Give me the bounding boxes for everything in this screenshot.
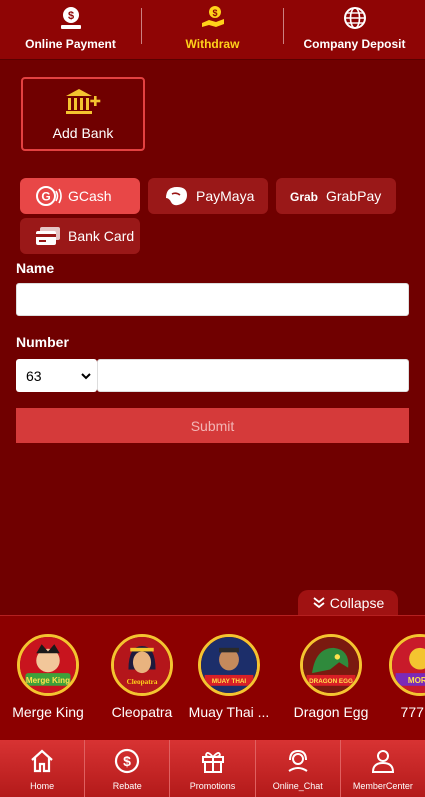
bottom-nav: Home $ Rebate Promotions Online_Chat Mem…: [0, 740, 425, 797]
nav-promotions[interactable]: Promotions: [170, 740, 256, 797]
user-icon: [371, 750, 394, 773]
nav-label: Promotions: [189, 781, 236, 791]
svg-text:Merge King: Merge King: [26, 676, 70, 685]
tab-online-payment[interactable]: $ Online Payment: [0, 0, 141, 59]
tab-withdraw[interactable]: $ Withdraw: [142, 0, 283, 59]
nav-label: Home: [30, 781, 55, 791]
games-strip: Merge King Merge King Cleopatra Cleopatr…: [0, 615, 425, 740]
headset-icon: [288, 749, 308, 772]
game-name: 777 M: [400, 704, 425, 720]
cleopatra-art: Cleopatra: [114, 637, 170, 693]
method-label: Bank Card: [68, 228, 135, 244]
method-gcash[interactable]: G GCash: [20, 178, 140, 214]
nav-label: Rebate: [112, 781, 142, 791]
submit-button[interactable]: Submit: [16, 408, 409, 443]
number-label: Number: [16, 334, 69, 350]
svg-text:MORE: MORE: [408, 676, 425, 685]
dollar-icon: $: [115, 748, 140, 774]
number-input[interactable]: [97, 359, 409, 392]
home-icon: [31, 749, 53, 773]
method-label: PayMaya: [196, 188, 255, 204]
gift-icon: [201, 752, 224, 773]
svg-text:Grab: Grab: [290, 190, 318, 204]
method-grabpay[interactable]: Grab GrabPay: [276, 178, 396, 214]
add-bank-label: Add Bank: [52, 125, 114, 141]
dragon-egg-art: DRAGON EGG: [303, 637, 359, 693]
bank-plus-icon: [66, 89, 101, 114]
withdraw-icon: $: [201, 6, 224, 27]
name-label: Name: [16, 260, 55, 276]
svg-text:Cleopatra: Cleopatra: [127, 678, 158, 686]
game-thumbnail: Merge King: [17, 634, 79, 696]
method-label: GrabPay: [326, 188, 382, 204]
nav-member-center[interactable]: MemberCenter: [341, 740, 425, 797]
777-art: MORE: [392, 637, 425, 693]
game-name: Cleopatra: [111, 704, 173, 720]
tab-label: Online Payment: [25, 37, 116, 51]
name-input[interactable]: [16, 283, 409, 316]
tab-label: Company Deposit: [303, 37, 406, 51]
add-bank-button[interactable]: Add Bank: [21, 77, 145, 151]
online-payment-icon: $: [60, 7, 81, 29]
game-dragon-egg[interactable]: DRAGON EGG Dragon Egg: [286, 634, 376, 720]
svg-text:$: $: [212, 8, 217, 18]
gcash-icon: G: [36, 186, 62, 206]
nav-home[interactable]: Home: [0, 740, 86, 797]
svg-text:$: $: [67, 10, 73, 22]
game-cleopatra[interactable]: Cleopatra Cleopatra: [97, 634, 187, 720]
game-thumbnail: Cleopatra: [111, 634, 173, 696]
collapse-label: Collapse: [329, 595, 385, 611]
chevron-down-icon: [81, 372, 91, 379]
method-bank-card[interactable]: Bank Card: [20, 218, 140, 254]
method-label: GCash: [68, 188, 112, 204]
country-code-select[interactable]: 63: [16, 359, 97, 392]
double-chevron-down-icon: [313, 597, 325, 609]
game-name: Muay Thai ...: [188, 704, 270, 720]
country-code-value: 63: [26, 367, 42, 384]
tab-label: Withdraw: [185, 37, 240, 51]
merge-king-art: Merge King: [20, 637, 76, 693]
svg-text:$: $: [123, 753, 131, 769]
tab-company-deposit[interactable]: Company Deposit: [284, 0, 425, 59]
collapse-button[interactable]: Collapse: [298, 590, 398, 616]
bank-card-icon: [36, 227, 60, 245]
svg-text:DRAGON EGG: DRAGON EGG: [309, 678, 353, 685]
paymaya-icon: [166, 187, 187, 206]
globe-icon: [343, 7, 366, 29]
game-thumbnail: MUAY THAI: [198, 634, 260, 696]
nav-rebate[interactable]: $ Rebate: [85, 740, 171, 797]
game-muay-thai[interactable]: MUAY THAI Muay Thai ...: [184, 634, 274, 720]
game-merge-king[interactable]: Merge King Merge King: [3, 634, 93, 720]
game-name: Merge King: [12, 704, 84, 720]
nav-online-chat[interactable]: Online_Chat: [256, 740, 341, 797]
nav-label: MemberCenter: [352, 781, 413, 791]
nav-label: Online_Chat: [272, 781, 323, 791]
game-name: Dragon Egg: [293, 704, 369, 720]
game-thumbnail: DRAGON EGG: [300, 634, 362, 696]
svg-text:MUAY THAI: MUAY THAI: [212, 678, 247, 685]
grab-icon: Grab: [290, 190, 318, 204]
svg-text:G: G: [41, 190, 50, 204]
top-nav: $ Online Payment $ Withdraw Company Depo…: [0, 0, 425, 60]
muay-thai-art: MUAY THAI: [201, 637, 257, 693]
game-777[interactable]: MORE 777 M: [375, 634, 425, 720]
game-thumbnail: MORE: [389, 634, 425, 696]
method-paymaya[interactable]: PayMaya: [148, 178, 268, 214]
